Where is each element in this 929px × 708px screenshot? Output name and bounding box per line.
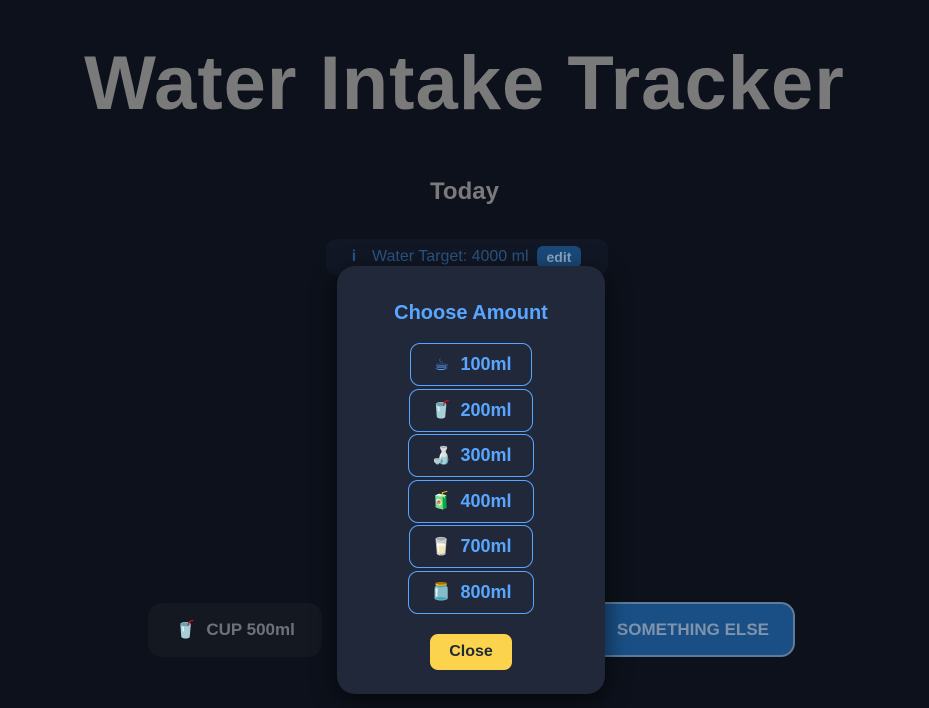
amount-label: 400ml: [460, 490, 512, 511]
water-target-text: Water Target: 4000 ml: [372, 248, 529, 265]
bottle-icon: 🍶: [430, 445, 453, 465]
app-title: Water Intake Tracker: [84, 41, 845, 126]
cup-with-straw-icon: 🥤: [430, 400, 453, 419]
something-else-button[interactable]: SOMETHING ELSE: [588, 602, 795, 657]
cup-button-label: CUP 500ml: [206, 620, 295, 639]
cup-500ml-button[interactable]: 🥤 CUP 500ml: [148, 603, 322, 657]
amount-label: 800ml: [460, 581, 512, 602]
page: Water Intake Tracker Today i Water Targe…: [0, 0, 929, 708]
amount-label: 200ml: [460, 399, 512, 420]
jar-icon: 🫙: [430, 582, 453, 601]
amount-button-800ml[interactable]: 🫙 800ml: [408, 570, 534, 614]
amount-button-100ml[interactable]: ☕ 100ml: [410, 343, 532, 386]
amount-label: 700ml: [460, 536, 512, 556]
coffee-cup-icon: ☕: [433, 354, 450, 374]
cup-icon: 🥤: [175, 620, 197, 639]
amount-list: ☕ 100ml 🥤 200ml 🍶 300ml 🧃 400ml 🥛 700ml …: [337, 343, 605, 616]
juice-box-icon: 🧃: [430, 491, 453, 510]
choose-amount-modal: Choose Amount ☕ 100ml 🥤 200ml 🍶 300ml 🧃 …: [337, 266, 605, 694]
amount-button-700ml[interactable]: 🥛 700ml: [409, 525, 533, 568]
amount-label: 100ml: [460, 354, 512, 374]
amount-button-300ml[interactable]: 🍶 300ml: [408, 434, 534, 477]
amount-label: 300ml: [460, 445, 512, 465]
day-label: Today: [430, 178, 499, 205]
milk-glass-icon: 🥛: [430, 536, 453, 556]
something-else-label: SOMETHING ELSE: [616, 619, 769, 639]
amount-button-200ml[interactable]: 🥤 200ml: [409, 388, 533, 432]
close-button[interactable]: Close: [430, 634, 512, 670]
amount-button-400ml[interactable]: 🧃 400ml: [408, 479, 534, 523]
info-icon: i: [351, 248, 357, 265]
modal-title: Choose Amount: [394, 302, 548, 324]
edit-target-button[interactable]: edit: [536, 246, 582, 268]
